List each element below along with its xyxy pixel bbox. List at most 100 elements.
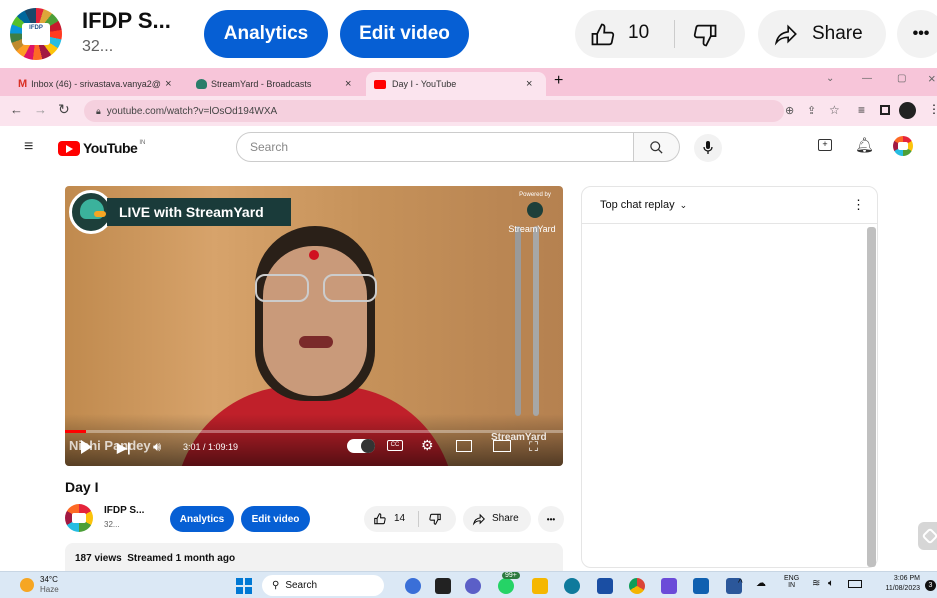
window-close-icon[interactable]: × (928, 71, 936, 86)
edit-video-button-small[interactable]: Edit video (241, 506, 310, 532)
chrome-icon[interactable] (629, 578, 645, 594)
gmail-icon: M (18, 78, 28, 90)
more-actions-button-small[interactable]: ••• (538, 506, 564, 532)
address-toolbar: ← → ↻ 🔒︎ youtube.com/watch?v=lOsOd194WXA… (0, 96, 937, 126)
progress-track[interactable] (65, 430, 563, 433)
chat-mode-dropdown[interactable]: Top chat replay ⌄ (600, 199, 687, 211)
miniplayer-icon[interactable] (456, 440, 472, 452)
dislike-icon[interactable] (428, 512, 442, 526)
reload-icon[interactable]: ↻ (58, 101, 70, 118)
maximize-icon[interactable]: ▢ (897, 73, 906, 84)
taskbar-search[interactable]: ⚲ Search (262, 575, 384, 596)
wifi-icon[interactable]: ≋ (812, 578, 820, 589)
hamburger-menu-icon[interactable]: ≡ (24, 138, 33, 156)
autoplay-toggle[interactable] (347, 439, 375, 453)
settings-gear-icon[interactable]: ⚙ (421, 437, 434, 454)
task-view-icon[interactable] (435, 578, 451, 594)
notifications-bell-icon[interactable]: 🔔︎ (855, 136, 874, 154)
search-button[interactable] (634, 132, 680, 162)
bing-icon[interactable] (405, 578, 421, 594)
channel-logo[interactable]: IFDP (10, 8, 62, 60)
weather-sun-icon[interactable] (20, 578, 34, 592)
teams-chat-icon[interactable] (465, 578, 481, 594)
tab-search-icon[interactable]: ⌄ (826, 73, 834, 84)
edit-video-button[interactable]: Edit video (340, 10, 469, 58)
channel-name[interactable]: IFDP S... (82, 8, 171, 34)
language-indicator[interactable]: ENG IN (784, 575, 799, 589)
clock-time[interactable]: 3:06 PM (886, 575, 920, 582)
close-icon[interactable]: × (526, 78, 532, 90)
close-icon[interactable]: × (345, 78, 351, 90)
close-icon[interactable]: × (165, 78, 171, 90)
analytics-button-small[interactable]: Analytics (170, 506, 234, 532)
profile-avatar[interactable] (899, 102, 916, 119)
share-button-small[interactable]: Share (463, 506, 531, 532)
windows-start-icon[interactable] (236, 578, 252, 594)
divider (418, 511, 419, 527)
channel-name-small[interactable]: IFDP S... (104, 505, 144, 516)
more-actions-button[interactable]: ••• (897, 10, 937, 58)
whatsapp-icon[interactable] (498, 578, 514, 594)
captions-icon[interactable]: CC (387, 440, 403, 451)
battery-icon[interactable] (848, 580, 862, 588)
youtube-logo[interactable]: YouTube IN (58, 140, 145, 156)
youtube-play-icon (58, 140, 80, 156)
speaker-icon[interactable]: 🔈︎ (828, 578, 834, 589)
url-text: youtube.com/watch?v=lOsOd194WXA (106, 105, 278, 117)
description-box[interactable]: 187 views Streamed 1 month ago (65, 543, 563, 571)
chat-replay-panel: Top chat replay ⌄ ⋮ (581, 186, 878, 568)
bookmark-star-icon[interactable]: ☆ (829, 103, 840, 117)
like-dislike-group-small: 14 (364, 506, 456, 532)
like-icon[interactable] (373, 512, 387, 526)
share-page-icon[interactable]: ⇪ (807, 104, 816, 117)
store-icon[interactable] (597, 578, 613, 594)
assistant-icon (921, 527, 937, 545)
tab-streamyard[interactable]: StreamYard - Broadcasts × (188, 72, 364, 96)
cloud-icon[interactable]: ☁ (756, 578, 766, 589)
cabinet-handle (515, 226, 521, 416)
browser-menu-icon[interactable]: ⋮ (928, 102, 937, 116)
search-input[interactable]: Search (236, 132, 634, 162)
weather-desc: Haze (40, 585, 59, 594)
video-player[interactable]: LIVE with StreamYard Powered by StreamYa… (65, 186, 563, 466)
weather-temp[interactable]: 34°C (40, 575, 58, 584)
app-icon[interactable] (661, 578, 677, 594)
outlook-icon[interactable] (693, 578, 709, 594)
edge-icon[interactable] (564, 578, 580, 594)
tab-youtube[interactable]: Day I - YouTube × (366, 72, 546, 96)
divider (674, 20, 675, 48)
file-explorer-icon[interactable] (532, 578, 548, 594)
glasses-right-lens (323, 274, 377, 302)
chat-menu-icon[interactable]: ⋮ (852, 197, 865, 213)
fullscreen-icon[interactable]: ⛶ (529, 439, 538, 455)
like-icon[interactable] (589, 21, 619, 49)
side-assistant-button[interactable] (918, 522, 937, 550)
powered-by-text: Powered by (519, 192, 551, 198)
analytics-button[interactable]: Analytics (204, 10, 328, 58)
tray-expand-icon[interactable]: ^ (738, 578, 743, 589)
minimize-icon[interactable]: — (862, 73, 872, 84)
reading-list-icon[interactable]: ≡ (858, 103, 865, 117)
view-stats: 187 views Streamed 1 month ago (75, 553, 236, 564)
account-avatar[interactable] (893, 136, 913, 156)
dislike-icon[interactable] (691, 21, 721, 49)
voice-search-button[interactable] (694, 134, 722, 162)
notification-count[interactable]: 3 (925, 580, 936, 591)
channel-avatar[interactable] (65, 504, 93, 532)
next-icon[interactable]: ▶| (117, 440, 131, 456)
create-video-icon[interactable]: + (818, 139, 832, 151)
play-icon[interactable] (81, 440, 92, 454)
chat-scrollbar[interactable] (867, 227, 876, 567)
install-icon[interactable]: ⊕ (785, 104, 794, 117)
forward-icon[interactable]: → (34, 102, 47, 117)
youtube-icon (374, 79, 386, 89)
taskbar-search-label: Search (285, 580, 318, 591)
share-button[interactable]: Share (758, 10, 886, 58)
presenter-face (263, 246, 367, 396)
volume-icon[interactable]: 🔊︎ (153, 439, 161, 455)
side-panel-icon[interactable] (880, 105, 890, 115)
back-icon[interactable]: ← (10, 102, 23, 117)
url-bar[interactable]: 🔒︎ youtube.com/watch?v=lOsOd194WXA (84, 100, 784, 122)
new-tab-button[interactable]: + (554, 72, 563, 90)
tab-gmail[interactable]: M Inbox (46) - srivastava.vanya2@g × (10, 72, 186, 96)
